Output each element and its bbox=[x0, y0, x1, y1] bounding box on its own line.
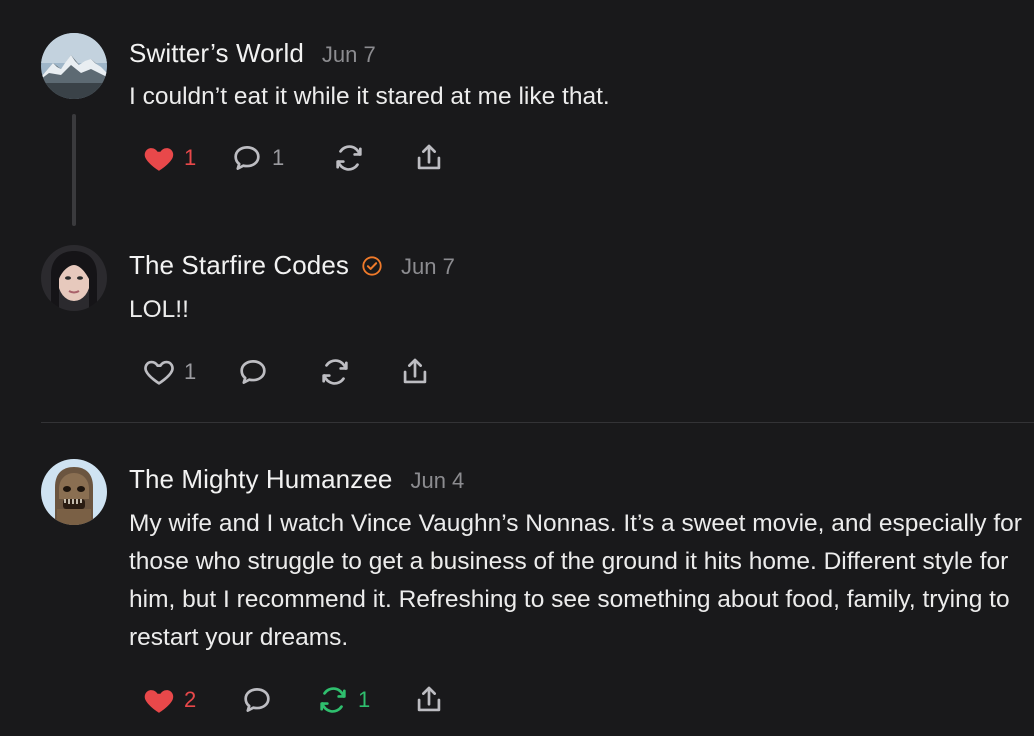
like-count: 1 bbox=[184, 359, 197, 384]
comment-header: The Starfire Codes Jun 7 bbox=[129, 250, 455, 281]
comment-text: LOL!! bbox=[129, 296, 189, 323]
reply-button[interactable] bbox=[240, 680, 274, 720]
author-name[interactable]: The Starfire Codes bbox=[129, 250, 349, 281]
author-name[interactable]: Switter’s World bbox=[129, 38, 304, 69]
reply-count: 1 bbox=[272, 145, 285, 170]
comment-icon bbox=[240, 360, 266, 384]
comment-date[interactable]: Jun 4 bbox=[410, 468, 464, 494]
share-button[interactable] bbox=[412, 138, 446, 178]
comment-text: I couldn’t eat it while it stared at me … bbox=[129, 83, 610, 110]
like-button[interactable]: 1 bbox=[142, 352, 196, 392]
portrait-avatar-icon bbox=[41, 245, 107, 311]
share-button[interactable] bbox=[412, 680, 446, 720]
verified-badge-icon bbox=[361, 255, 383, 277]
comment-date[interactable]: Jun 7 bbox=[401, 254, 455, 280]
like-count: 1 bbox=[184, 145, 197, 170]
heart-outline-icon bbox=[144, 360, 174, 385]
restack-button[interactable]: 1 bbox=[316, 680, 370, 720]
comment-header: Switter’s World Jun 7 bbox=[129, 38, 376, 69]
comment-icon bbox=[234, 146, 260, 170]
comment-date[interactable]: Jun 7 bbox=[322, 42, 376, 68]
like-button[interactable]: 1 bbox=[142, 138, 196, 178]
comment-divider bbox=[41, 422, 1034, 423]
restack-icon bbox=[322, 359, 348, 385]
restack-icon bbox=[336, 145, 362, 171]
reply-button[interactable] bbox=[236, 352, 270, 392]
mountain-avatar-icon bbox=[41, 33, 107, 99]
comment-icon bbox=[244, 688, 270, 712]
author-avatar[interactable] bbox=[41, 245, 107, 311]
heart-filled-icon bbox=[144, 690, 174, 713]
author-avatar[interactable] bbox=[41, 459, 107, 525]
share-button[interactable] bbox=[398, 352, 432, 392]
heart-filled-icon bbox=[144, 148, 174, 171]
like-button[interactable]: 2 bbox=[142, 680, 196, 720]
share-icon bbox=[417, 686, 441, 712]
author-avatar[interactable] bbox=[41, 33, 107, 99]
thread-line bbox=[72, 114, 76, 226]
restack-button[interactable] bbox=[318, 352, 352, 392]
restack-button[interactable] bbox=[332, 138, 366, 178]
reply-button[interactable]: 1 bbox=[230, 138, 284, 178]
share-icon bbox=[403, 358, 427, 384]
like-count: 2 bbox=[184, 687, 197, 712]
restack-active-icon bbox=[320, 687, 346, 713]
share-icon bbox=[417, 144, 441, 170]
creature-avatar-icon bbox=[41, 459, 107, 525]
restack-count: 1 bbox=[358, 687, 371, 712]
author-name[interactable]: The Mighty Humanzee bbox=[129, 464, 392, 495]
comment-text: My wife and I watch Vince Vaughn’s Nonna… bbox=[129, 510, 1022, 651]
comment-header: The Mighty Humanzee Jun 4 bbox=[129, 464, 464, 495]
